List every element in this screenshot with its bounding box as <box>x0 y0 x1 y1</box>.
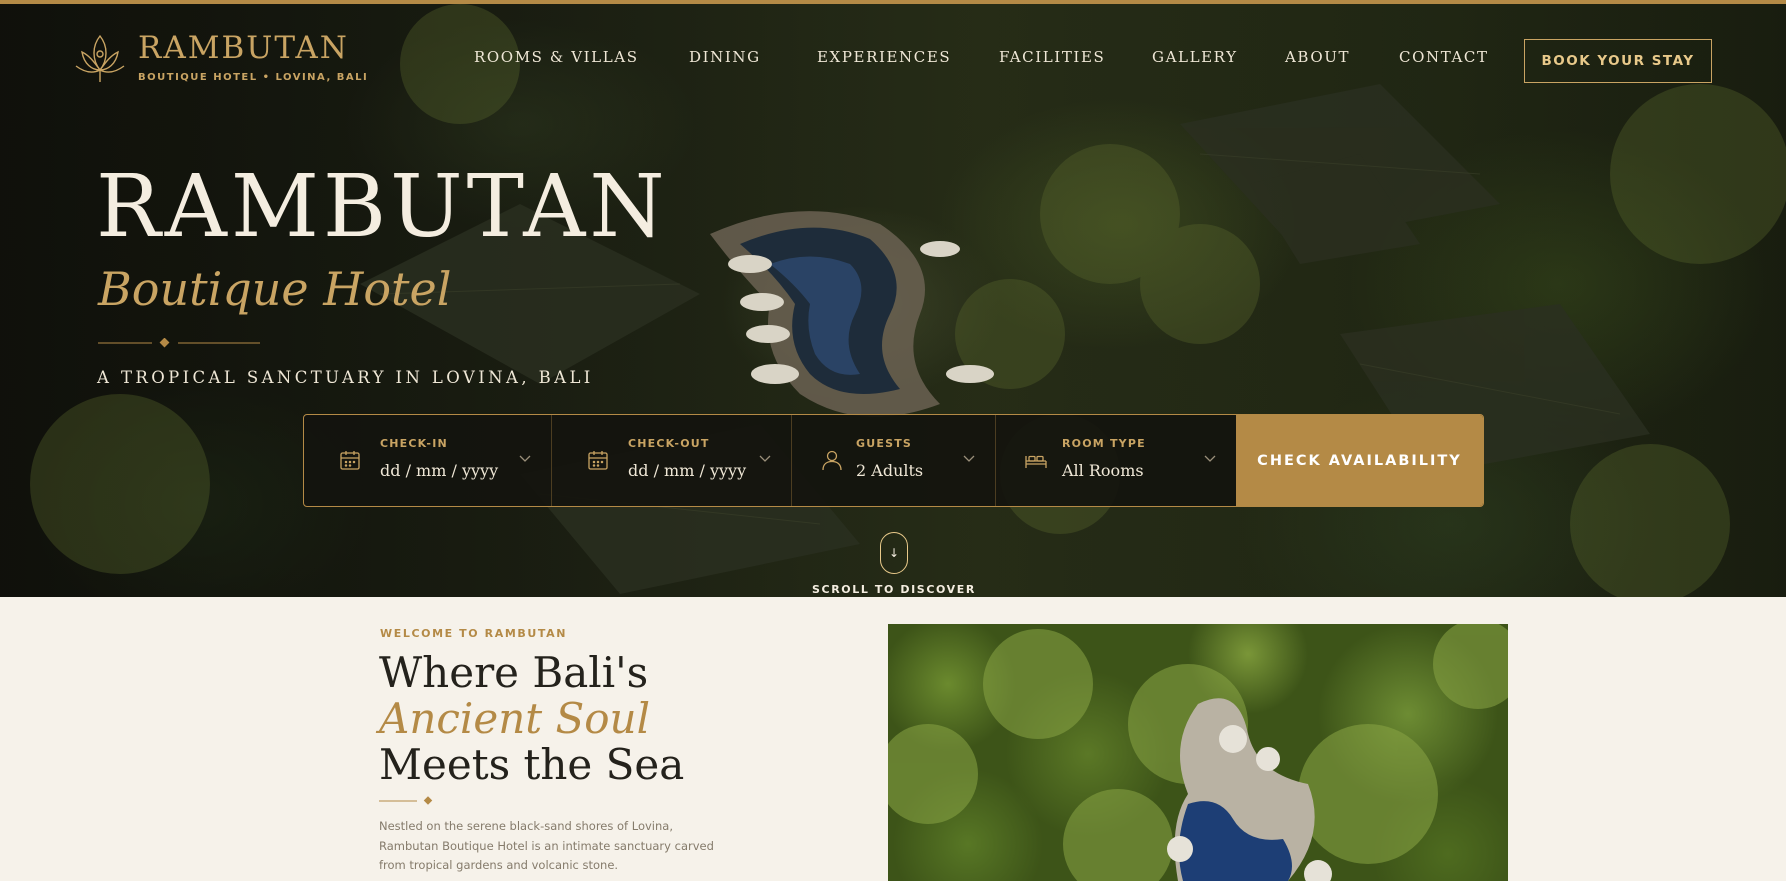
guests-field[interactable]: GUESTS 2 Adults <box>792 415 996 506</box>
hero-subtitle: Boutique Hotel <box>98 262 452 316</box>
user-icon <box>822 450 842 471</box>
chevron-down-icon <box>963 455 975 462</box>
booking-bar: CHECK-IN dd / mm / yyyy CHECK-OUT dd / m… <box>303 414 1484 507</box>
calendar-icon <box>588 451 608 470</box>
bed-icon <box>1025 455 1047 468</box>
hero-tagline: A TROPICAL SANCTUARY IN LOVINA, BALI <box>97 368 594 387</box>
scroll-label: SCROLL TO DISCOVER <box>0 583 1786 596</box>
brand-name: RAMBUTAN <box>138 30 349 66</box>
welcome-photo <box>888 624 1508 881</box>
room-type-label: ROOM TYPE <box>1062 437 1146 450</box>
room-type-value: All Rooms <box>1062 461 1144 480</box>
checkout-value: dd / mm / yyyy <box>628 461 747 480</box>
chevron-down-icon <box>1204 455 1216 462</box>
welcome-title: Where Bali's Ancient Soul Meets the Sea <box>379 650 684 788</box>
chevron-down-icon <box>519 455 531 462</box>
hero-pool-image <box>710 211 994 417</box>
welcome-title-accent: Ancient Soul <box>379 694 651 743</box>
calendar-icon <box>340 451 360 470</box>
welcome-divider <box>379 796 433 805</box>
welcome-body: Nestled on the serene black-sand shores … <box>379 819 714 872</box>
chevron-down-icon <box>759 455 771 462</box>
brand-subtitle: BOUTIQUE HOTEL • LOVINA, BALI <box>138 72 369 83</box>
hero-title: RAMBUTAN <box>96 157 669 257</box>
checkin-label: CHECK-IN <box>380 437 448 450</box>
welcome-title-line1: Where Bali's <box>379 648 649 697</box>
guests-label: GUESTS <box>856 437 913 450</box>
aerial-pool-image <box>888 624 1508 881</box>
nav-rooms-villas[interactable]: ROOMS & VILLAS <box>474 48 639 66</box>
room-type-field[interactable]: ROOM TYPE All Rooms <box>996 415 1236 506</box>
hero-section: RAMBUTAN BOUTIQUE HOTEL • LOVINA, BALI R… <box>0 4 1786 597</box>
scroll-label-text: SCROLL TO DISCOVER <box>812 583 976 596</box>
book-your-stay-button[interactable]: BOOK YOUR STAY <box>1524 39 1712 83</box>
hero-divider <box>98 338 260 348</box>
checkout-field[interactable]: CHECK-OUT dd / mm / yyyy <box>552 415 792 506</box>
welcome-title-line3: Meets the Sea <box>379 740 685 789</box>
nav-about[interactable]: ABOUT <box>1285 48 1350 66</box>
checkin-value: dd / mm / yyyy <box>380 461 499 480</box>
nav-dining[interactable]: DINING <box>689 48 761 66</box>
lotus-icon <box>75 34 125 82</box>
scroll-down-button[interactable]: ↓ <box>880 532 908 574</box>
arrow-down-icon: ↓ <box>888 546 900 560</box>
nav-facilities[interactable]: FACILITIES <box>999 48 1105 66</box>
nav-experiences[interactable]: EXPERIENCES <box>817 48 951 66</box>
check-availability-button[interactable]: CHECK AVAILABILITY <box>1236 415 1483 506</box>
checkout-label: CHECK-OUT <box>628 437 710 450</box>
nav-contact[interactable]: CONTACT <box>1399 48 1489 66</box>
nav-gallery[interactable]: GALLERY <box>1152 48 1238 66</box>
checkin-field[interactable]: CHECK-IN dd / mm / yyyy <box>304 415 552 506</box>
welcome-eyebrow: WELCOME TO RAMBUTAN <box>380 627 568 640</box>
brand-logo[interactable]: RAMBUTAN BOUTIQUE HOTEL • LOVINA, BALI <box>72 30 368 86</box>
guests-value: 2 Adults <box>856 461 924 480</box>
